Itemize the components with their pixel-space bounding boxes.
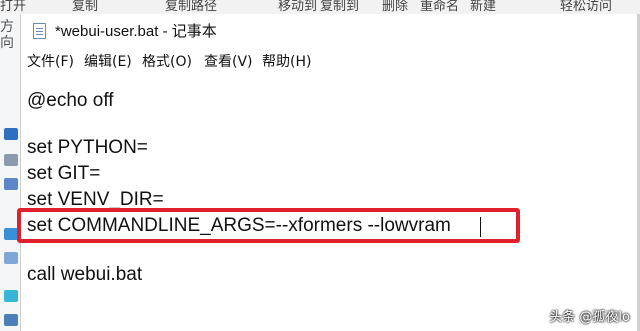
title-bar[interactable]: *webui-user.bat - 记事本 (21, 14, 640, 46)
menu-help[interactable]: 帮助(H) (262, 51, 311, 71)
menu-view[interactable]: 查看(V) (204, 51, 253, 71)
folder-icon (4, 252, 18, 264)
ribbon-item: 打开 (0, 0, 27, 14)
ribbon-item: 新建 (470, 0, 497, 14)
notepad-window: *webui-user.bat - 记事本 文件(F) 编辑(E) 格式(O) … (17, 14, 640, 331)
explorer-ribbon-background: 打开 复制 复制路径 移动到 复制到 删除 重命名 新建 轻松访问 (0, 0, 640, 14)
nav-text: 向 (0, 35, 14, 51)
watermark: 头条 @孤夜lo (549, 310, 630, 325)
ribbon-item: 复制路径 (165, 0, 218, 14)
document-icon (4, 154, 18, 166)
red-highlight-box (17, 208, 520, 243)
3d-objects-icon (4, 290, 18, 302)
cloud-icon (4, 228, 18, 240)
window-title: *webui-user.bat - 记事本 (55, 23, 217, 40)
ribbon-item: 轻松访问 (560, 0, 613, 14)
menu-bar: 文件(F) 编辑(E) 格式(O) 查看(V) 帮助(H) (21, 48, 640, 72)
ribbon-item: 复制 (72, 0, 99, 14)
ribbon-item: 重命名 (420, 0, 460, 14)
code-line: @echo off (27, 90, 114, 111)
code-line: set PYTHON= (27, 137, 148, 158)
download-icon (4, 128, 18, 140)
text-editor[interactable]: @echo off set PYTHON= set GIT= set VENV_… (17, 72, 640, 331)
ribbon-item: 复制到 (320, 0, 360, 14)
picture-icon (4, 178, 18, 190)
ribbon-item: 删除 (382, 0, 409, 14)
ribbon-item: 移动到 (278, 0, 318, 14)
code-line: call webui.bat (27, 264, 143, 285)
menu-edit[interactable]: 编辑(E) (84, 51, 132, 71)
code-line: set GIT= (27, 163, 101, 184)
menu-format[interactable]: 格式(O) (142, 51, 192, 71)
explorer-nav-strip: 方 向 (0, 14, 22, 331)
notepad-icon (33, 23, 46, 39)
desktop-icon (4, 314, 18, 326)
text-cursor (480, 217, 481, 237)
menu-file[interactable]: 文件(F) (27, 51, 74, 71)
